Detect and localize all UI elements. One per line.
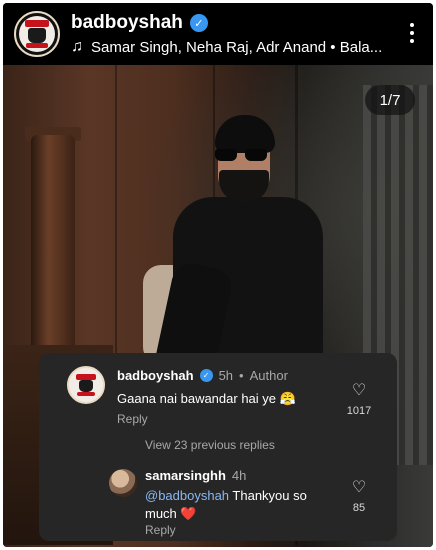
comment-text: Gaana nai bawandar hai ye 😤 xyxy=(117,390,296,408)
comment-text: @badboyshah Thankyou so much ❤️ xyxy=(145,487,320,523)
reply-button[interactable]: Reply xyxy=(117,412,148,426)
audio-title[interactable]: Samar Singh, Neha Raj, Adr Anand • Bala.… xyxy=(91,39,382,56)
music-note-icon: ♫ xyxy=(71,38,83,55)
comment-avatar-badboyshah[interactable] xyxy=(67,366,105,404)
bedpost xyxy=(31,135,75,365)
comment-time: 5h xyxy=(218,368,234,383)
audio-info[interactable]: ♫ Samar Singh, Neha Raj, Adr Anand • Bal… xyxy=(71,38,382,56)
comment-header: badboyshah ✓ 5h • Author xyxy=(117,368,288,383)
profile-avatar[interactable] xyxy=(14,11,60,57)
avatar-logo-top xyxy=(25,20,49,27)
meta-separator: • xyxy=(239,368,244,383)
comment-header: samarsinghh 4h xyxy=(145,468,246,483)
post-frame: badboyshah ✓ ♫ Samar Singh, Neha Raj, Ad… xyxy=(3,3,433,547)
comment-like[interactable]: ♡ 85 xyxy=(339,479,379,514)
more-options-icon[interactable] xyxy=(409,23,415,45)
comment-like[interactable]: ♡ 1017 xyxy=(339,382,379,417)
verified-icon: ✓ xyxy=(189,14,208,32)
mention-link[interactable]: @badboyshah xyxy=(145,488,229,503)
like-count: 1017 xyxy=(346,405,372,417)
comment-time: 4h xyxy=(231,468,247,483)
reply-button[interactable]: Reply xyxy=(145,523,176,537)
verified-icon: ✓ xyxy=(199,369,213,382)
view-previous-replies[interactable]: View 23 previous replies xyxy=(145,438,275,452)
comment-username[interactable]: samarsinghh xyxy=(145,468,226,483)
username-row[interactable]: badboyshah ✓ xyxy=(71,12,208,34)
comment-body: Gaana nai bawandar hai ye xyxy=(117,391,277,406)
heart-icon[interactable]: ♡ xyxy=(339,382,379,400)
emoji: 😤 xyxy=(279,391,296,406)
comments-card: badboyshah ✓ 5h • Author Gaana nai bawan… xyxy=(39,353,397,541)
author-badge: Author xyxy=(249,368,288,383)
post-header: badboyshah ✓ ♫ Samar Singh, Neha Raj, Ad… xyxy=(3,3,433,65)
heart-icon[interactable]: ♡ xyxy=(339,479,379,497)
username[interactable]: badboyshah xyxy=(71,12,183,34)
carousel-counter: 1/7 xyxy=(365,85,415,115)
comment-username[interactable]: badboyshah xyxy=(117,368,194,383)
comment-avatar-samarsinghh[interactable] xyxy=(109,469,137,497)
like-count: 85 xyxy=(352,502,366,514)
emoji: ❤️ xyxy=(180,506,197,521)
avatar-logo-bottom xyxy=(26,43,48,48)
avatar-logo-mid xyxy=(28,28,46,43)
